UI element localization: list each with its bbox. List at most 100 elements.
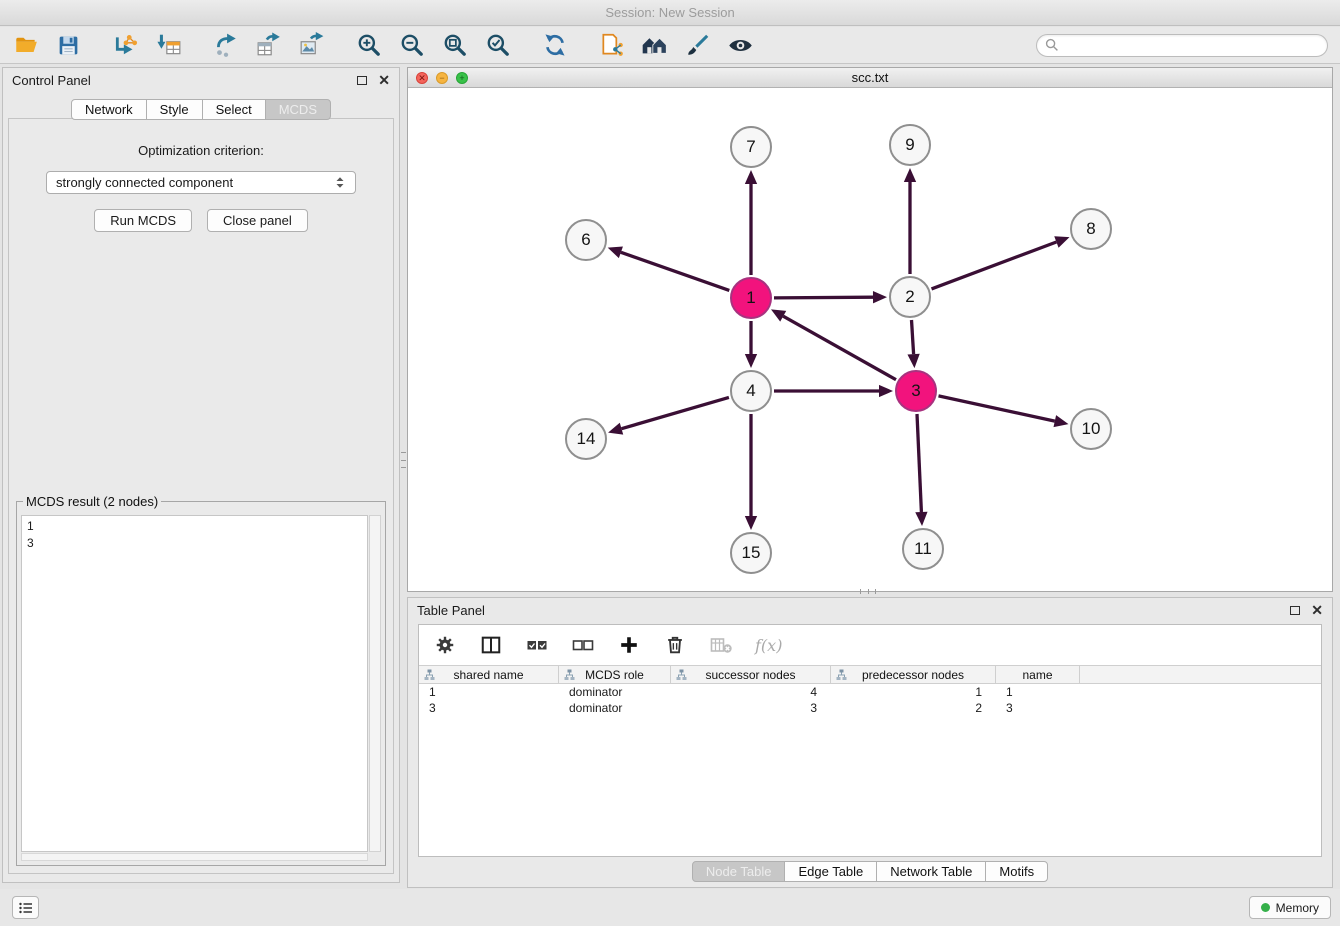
tab-select[interactable]: Select [202, 99, 266, 120]
vertical-splitter-grip[interactable] [401, 452, 406, 468]
memory-button[interactable]: Memory [1249, 896, 1331, 919]
network-file-icon[interactable] [598, 32, 625, 59]
node-1[interactable]: 1 [730, 277, 772, 319]
tab-edge-table[interactable]: Edge Table [784, 861, 877, 882]
edge-2-3[interactable] [912, 320, 914, 354]
first-neighbors-icon[interactable] [641, 32, 668, 59]
node-9[interactable]: 9 [889, 124, 931, 166]
cell-shared-name[interactable]: 1 [419, 685, 559, 699]
cell-shared-name[interactable]: 3 [419, 701, 559, 715]
node-2[interactable]: 2 [889, 276, 931, 318]
zoom-selected-icon[interactable] [484, 32, 511, 59]
delete-table-icon [709, 633, 733, 657]
table-toolbar: f(x) [419, 625, 1321, 665]
tab-network[interactable]: Network [71, 99, 147, 120]
close-table-panel-icon[interactable]: ✕ [1311, 605, 1323, 615]
close-panel-icon[interactable]: ✕ [378, 75, 390, 85]
export-image-icon[interactable] [298, 32, 325, 59]
import-network-icon[interactable] [112, 32, 139, 59]
main-toolbar [0, 27, 1340, 64]
criterion-dropdown[interactable]: strongly connected component [46, 171, 356, 194]
run-mcds-button[interactable]: Run MCDS [94, 209, 192, 232]
result-vertical-scrollbar[interactable] [369, 515, 381, 852]
save-session-icon[interactable] [55, 32, 82, 59]
cell-name[interactable]: 1 [996, 685, 1080, 699]
refresh-icon[interactable] [541, 32, 568, 59]
edge-2-8[interactable] [932, 242, 1057, 289]
column-header-shared-name[interactable]: shared name [419, 666, 559, 683]
zoom-in-icon[interactable] [355, 32, 382, 59]
control-panel: Control Panel ✕ Network Style Select MCD… [2, 67, 400, 883]
column-header-successor-nodes[interactable]: successor nodes [671, 666, 831, 683]
cell-successor-nodes[interactable]: 3 [671, 701, 831, 715]
node-6[interactable]: 6 [565, 219, 607, 261]
cell-name[interactable]: 3 [996, 701, 1080, 715]
node-7[interactable]: 7 [730, 126, 772, 168]
tab-mcds[interactable]: MCDS [265, 99, 331, 120]
cell-mcds-role[interactable]: dominator [559, 685, 671, 699]
table-row[interactable]: 3 dominator 3 2 3 [419, 700, 1321, 716]
edge-3-1[interactable] [783, 316, 896, 380]
cell-predecessor-nodes[interactable]: 1 [831, 685, 996, 699]
show-hide-icon[interactable] [727, 32, 754, 59]
tab-style[interactable]: Style [146, 99, 203, 120]
show-columns-icon[interactable] [479, 633, 503, 657]
table-panel-tabs: Node Table Edge Table Network Table Moti… [408, 861, 1332, 882]
tab-motifs[interactable]: Motifs [985, 861, 1048, 882]
node-11[interactable]: 11 [902, 528, 944, 570]
create-column-icon[interactable] [617, 633, 641, 657]
float-table-panel-icon[interactable] [1290, 606, 1300, 615]
node-14[interactable]: 14 [565, 418, 607, 460]
tab-node-table[interactable]: Node Table [692, 861, 786, 882]
node-8[interactable]: 8 [1070, 208, 1112, 250]
edge-3-10[interactable] [939, 396, 1055, 421]
search-input[interactable] [1059, 38, 1319, 52]
node-table-area: f(x) shared name MCDS role successor nod… [418, 624, 1322, 857]
node-3[interactable]: 3 [895, 370, 937, 412]
export-network-icon[interactable] [212, 32, 239, 59]
export-table-icon[interactable] [255, 32, 282, 59]
graph-edges-layer [408, 88, 1332, 591]
column-type-icon [676, 669, 687, 684]
unselect-all-columns-icon[interactable] [571, 633, 595, 657]
column-type-icon [564, 669, 575, 684]
float-panel-icon[interactable] [357, 76, 367, 85]
tab-network-table[interactable]: Network Table [876, 861, 986, 882]
cell-predecessor-nodes[interactable]: 2 [831, 701, 996, 715]
result-horizontal-scrollbar[interactable] [21, 853, 368, 861]
node-10[interactable]: 10 [1070, 408, 1112, 450]
column-header-predecessor-nodes[interactable]: predecessor nodes [831, 666, 996, 683]
edge-3-11[interactable] [917, 414, 921, 512]
close-panel-button[interactable]: Close panel [207, 209, 308, 232]
search-field[interactable] [1036, 34, 1328, 57]
mcds-tab-content: Optimization criterion: strongly connect… [8, 118, 394, 874]
window-close-icon[interactable]: ✕ [416, 72, 428, 84]
horizontal-splitter-grip[interactable] [860, 589, 876, 594]
chevron-up-down-icon [334, 176, 346, 189]
mcds-result-text: 1 3 [21, 515, 368, 852]
edge-1-6[interactable] [621, 252, 729, 290]
edge-4-14[interactable] [622, 397, 729, 428]
network-canvas[interactable]: 7 9 6 8 1 2 4 3 14 10 15 11 [408, 88, 1332, 591]
style-brush-icon[interactable] [684, 32, 711, 59]
table-row[interactable]: 1 dominator 4 1 1 [419, 684, 1321, 700]
edge-1-2[interactable] [774, 297, 873, 298]
select-all-columns-icon[interactable] [525, 633, 549, 657]
open-session-icon[interactable] [12, 32, 39, 59]
cell-successor-nodes[interactable]: 4 [671, 685, 831, 699]
zoom-out-icon[interactable] [398, 32, 425, 59]
window-zoom-icon[interactable]: + [456, 72, 468, 84]
window-minimize-icon[interactable]: − [436, 72, 448, 84]
column-header-name[interactable]: name [996, 666, 1080, 683]
node-15[interactable]: 15 [730, 532, 772, 574]
table-settings-gear-icon[interactable] [433, 633, 457, 657]
optimization-criterion-label: Optimization criterion: [9, 143, 393, 158]
import-table-icon[interactable] [155, 32, 182, 59]
column-header-mcds-role[interactable]: MCDS role [559, 666, 671, 683]
cell-mcds-role[interactable]: dominator [559, 701, 671, 715]
task-history-button[interactable] [12, 896, 39, 919]
node-4[interactable]: 4 [730, 370, 772, 412]
zoom-fit-icon[interactable] [441, 32, 468, 59]
control-panel-title: Control Panel [12, 73, 91, 88]
delete-column-icon[interactable] [663, 633, 687, 657]
